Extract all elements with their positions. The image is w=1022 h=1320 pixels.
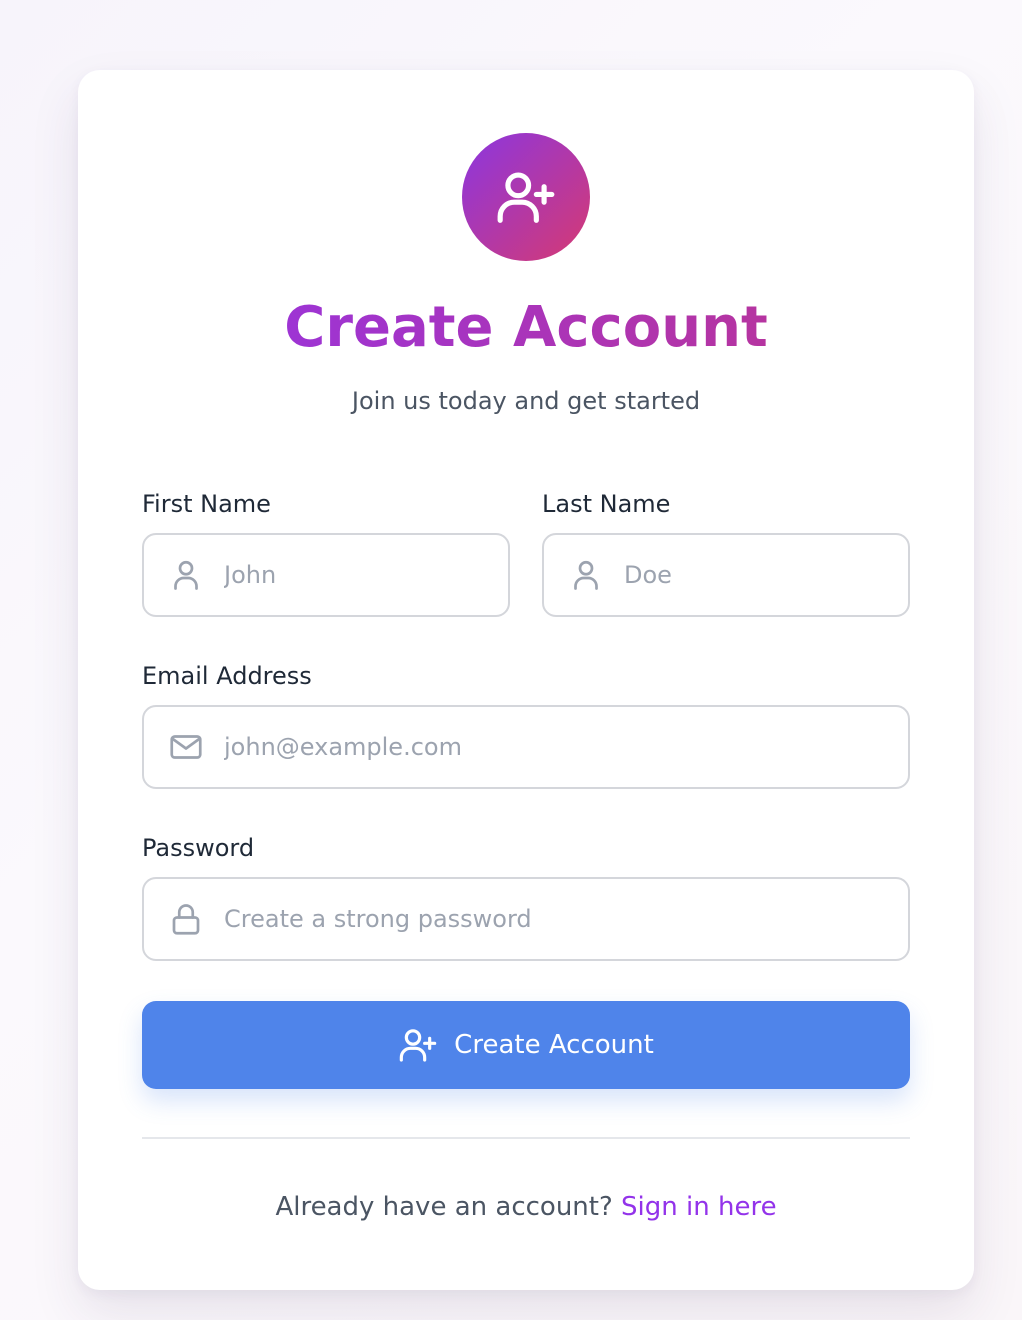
email-field[interactable] [142,705,910,789]
signin-prompt: Already have an account? Sign in here [78,1188,974,1226]
last-name-label: Last Name [542,490,671,518]
mail-icon [168,729,204,765]
last-name-input[interactable] [624,535,892,615]
email-label: Email Address [142,662,312,690]
divider [142,1137,910,1139]
page-title: Create Account [78,292,974,364]
create-account-button[interactable]: Create Account [142,1001,910,1089]
create-account-button-label: Create Account [454,1030,654,1060]
signup-card: Create Account Join us today and get sta… [78,70,974,1290]
first-name-label: First Name [142,490,271,518]
user-plus-icon [497,172,555,223]
lock-icon [168,901,204,937]
email-input[interactable] [224,707,892,787]
password-input[interactable] [224,879,892,959]
first-name-input[interactable] [224,535,492,615]
signin-prompt-text: Already have an account? [275,1192,613,1222]
first-name-field[interactable] [142,533,510,617]
avatar-badge [462,133,590,261]
last-name-field[interactable] [542,533,910,617]
password-label: Password [142,834,255,862]
password-field[interactable] [142,877,910,961]
user-icon [568,557,604,593]
user-plus-icon [399,1029,437,1062]
page-subtitle: Join us today and get started [351,387,701,415]
user-icon [168,557,204,593]
sign-in-link[interactable]: Sign in here [621,1192,777,1222]
